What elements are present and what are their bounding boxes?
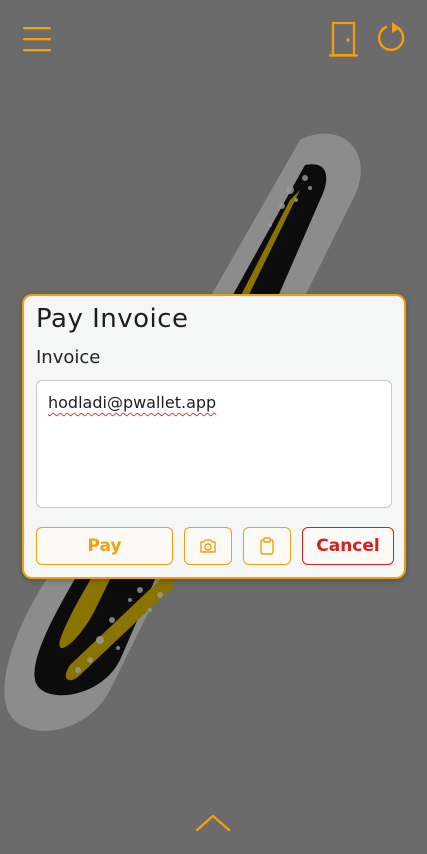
- cancel-button-label: Cancel: [316, 536, 380, 556]
- exit-button[interactable]: [328, 20, 360, 60]
- paste-button[interactable]: [243, 527, 291, 565]
- chevron-up-icon: [195, 814, 231, 832]
- camera-icon: [200, 539, 216, 553]
- dialog-title: Pay Invoice: [36, 304, 189, 334]
- scan-camera-button[interactable]: [184, 527, 232, 565]
- menu-button[interactable]: [22, 26, 54, 54]
- refresh-icon: [377, 22, 405, 52]
- door-exit-icon: [329, 21, 358, 57]
- cancel-button[interactable]: Cancel: [302, 527, 394, 565]
- pay-button-label: Pay: [87, 536, 122, 556]
- invoice-input[interactable]: hodladi@pwallet.app: [36, 380, 392, 508]
- hamburger-icon: [23, 27, 51, 52]
- top-bar: [0, 0, 427, 80]
- refresh-button[interactable]: [374, 20, 410, 56]
- pay-invoice-dialog: Pay Invoice Invoice hodladi@pwallet.app …: [22, 294, 406, 579]
- clipboard-icon: [260, 537, 274, 555]
- expand-button[interactable]: [194, 810, 232, 834]
- invoice-label: Invoice: [36, 347, 101, 368]
- pay-button[interactable]: Pay: [36, 527, 173, 565]
